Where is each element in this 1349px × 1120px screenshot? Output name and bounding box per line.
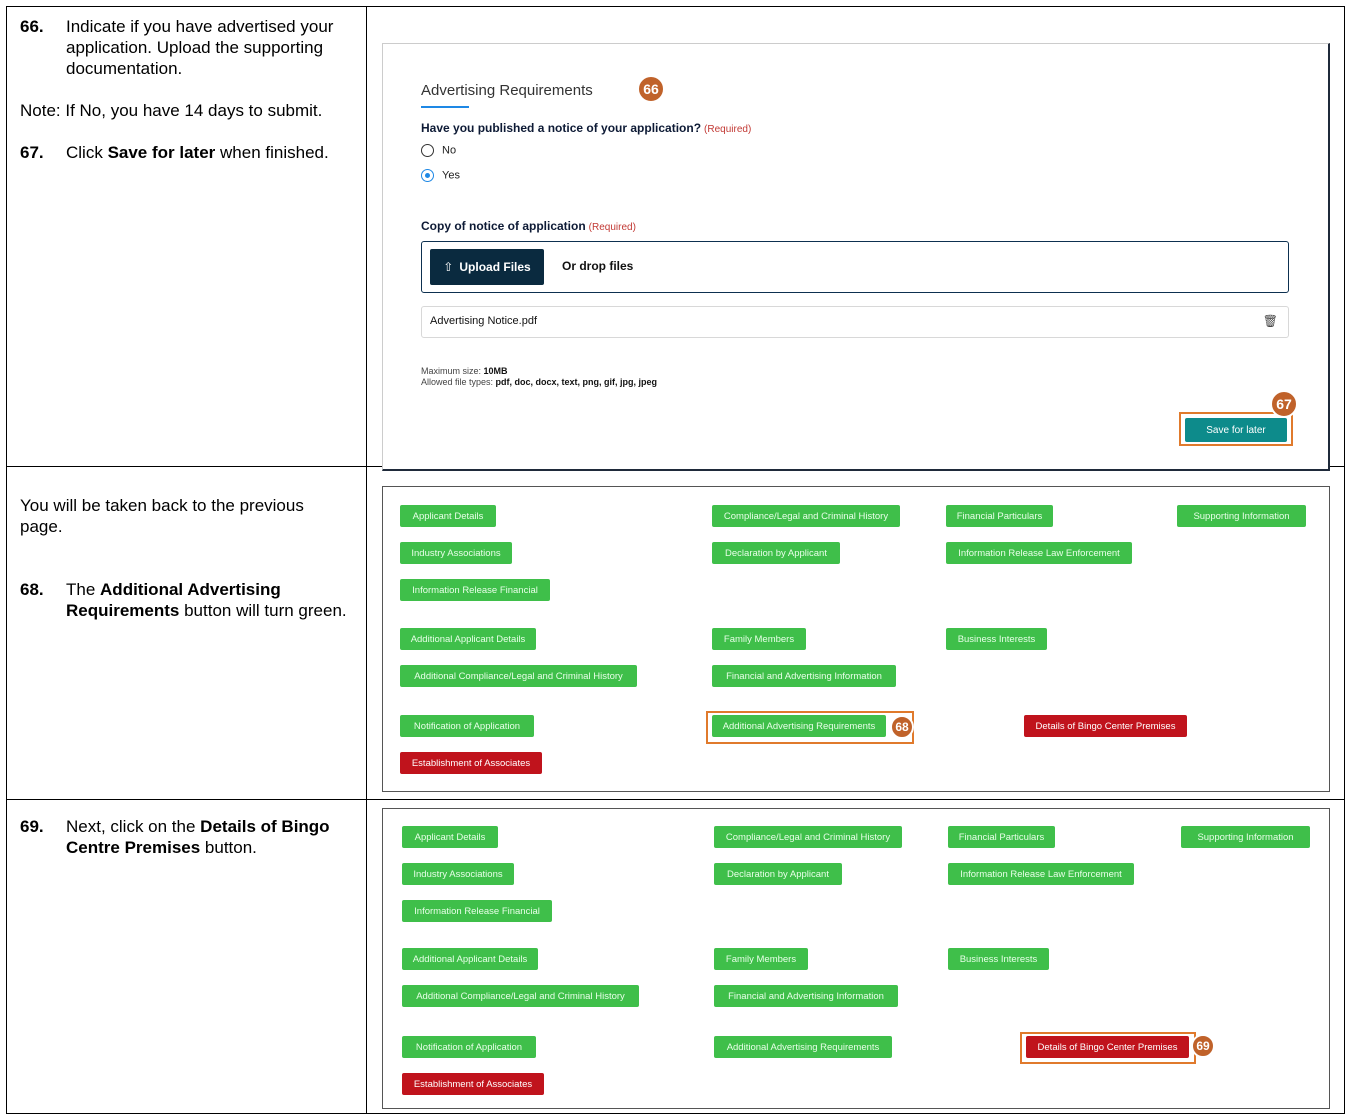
step-badge-68: 68 [890,715,914,739]
bingo-premises-button[interactable]: Details of Bingo Center Premises [1026,1036,1189,1058]
establishment-button[interactable]: Establishment of Associates [400,752,542,774]
application-sections-panel: Applicant Details Compliance/Legal and C… [382,808,1330,1109]
additional-applicant-button[interactable]: Additional Applicant Details [400,628,536,650]
step-text: when finished. [215,143,329,162]
file-types-label: Allowed file types: [421,377,496,387]
instruction-cell-3: 69. Next, click on the Details of Bingo … [20,816,350,858]
required-label: (Required) [588,222,636,233]
family-members-button[interactable]: Family Members [714,948,808,970]
industry-associations-button[interactable]: Industry Associations [400,542,512,564]
info-release-law-button[interactable]: Information Release Law Enforcement [948,863,1134,885]
step-text: The [66,580,101,599]
step-67: 67. Click Save for later when finished. [20,142,350,163]
file-types-value: pdf, doc, docx, text, png, gif, jpg, jpe… [495,377,658,387]
drop-files-text: Or drop files [562,259,634,273]
upload-icon: ⇧ [443,260,454,274]
instruction-cell-1: 66. Indicate if you have advertised your… [20,16,350,163]
business-interests-button[interactable]: Business Interests [946,628,1047,650]
question-label: Have you published a notice of your appl… [421,121,702,135]
applicant-details-button[interactable]: Applicant Details [402,826,498,848]
notification-button[interactable]: Notification of Application [400,715,534,737]
row-divider [6,799,1345,800]
additional-compliance-button[interactable]: Additional Compliance/Legal and Criminal… [402,985,639,1007]
applicant-details-button[interactable]: Applicant Details [400,505,496,527]
info-release-financial-button[interactable]: Information Release Financial [402,900,552,922]
step-number: 67. [20,143,44,162]
financial-advertising-button[interactable]: Financial and Advertising Information [712,665,896,687]
application-sections-panel: Applicant Details Compliance/Legal and C… [382,486,1330,792]
file-dropzone[interactable]: ⇧ Upload Files Or drop files [421,241,1289,293]
step-69: 69. Next, click on the Details of Bingo … [20,816,350,858]
radio-no[interactable]: No [421,144,456,157]
question-label: Copy of notice of application [421,219,586,233]
additional-applicant-button[interactable]: Additional Applicant Details [402,948,538,970]
financial-particulars-button[interactable]: Financial Particulars [946,505,1053,527]
step-text: button. [200,838,257,857]
supporting-information-button[interactable]: Supporting Information [1177,505,1306,527]
compliance-button[interactable]: Compliance/Legal and Criminal History [712,505,900,527]
compliance-button[interactable]: Compliance/Legal and Criminal History [714,826,902,848]
column-divider [366,6,367,1114]
instruction-cell-2: You will be taken back to the previous p… [20,495,350,621]
intro-text: You will be taken back to the previous p… [20,496,304,536]
trash-icon[interactable]: 🗑 [1263,314,1278,328]
declaration-button[interactable]: Declaration by Applicant [714,863,842,885]
max-size-label: Maximum size: [421,366,484,376]
step-number: 69. [20,817,44,836]
industry-associations-button[interactable]: Industry Associations [402,863,514,885]
question-published-notice: Have you published a notice of your appl… [421,121,751,135]
notification-button[interactable]: Notification of Application [402,1036,536,1058]
max-size-value: 10MB [483,366,508,376]
advertising-form-screenshot: Advertising Requirements 66 Have you pub… [382,43,1330,471]
info-release-law-button[interactable]: Information Release Law Enforcement [946,542,1132,564]
step-number: 68. [20,580,44,599]
upload-files-button[interactable]: ⇧ Upload Files [430,249,544,285]
required-label: (Required) [704,124,752,135]
additional-compliance-button[interactable]: Additional Compliance/Legal and Criminal… [400,665,637,687]
step-68: 68. The Additional Advertising Requireme… [20,579,350,621]
note-text: Note: If No, you have 14 days to submit. [20,101,323,120]
establishment-button[interactable]: Establishment of Associates [402,1073,544,1095]
step-66: 66. Indicate if you have advertised your… [20,16,350,79]
uploaded-file-row: Advertising Notice.pdf 🗑 [421,306,1289,338]
family-members-button[interactable]: Family Members [712,628,806,650]
declaration-button[interactable]: Declaration by Applicant [712,542,840,564]
step-text: Click [66,143,108,162]
additional-advertising-button[interactable]: Additional Advertising Requirements [712,715,886,737]
file-name: Advertising Notice.pdf [430,315,537,327]
question-copy-of-notice: Copy of notice of application (Required) [421,219,636,233]
radio-label: Yes [442,169,460,182]
radio-yes[interactable]: Yes [421,169,460,182]
supporting-information-button[interactable]: Supporting Information [1181,826,1310,848]
radio-circle[interactable] [421,144,434,157]
step-badge-69: 69 [1191,1034,1215,1058]
save-for-later-button[interactable]: Save for later [1185,418,1287,442]
tab-underline [421,106,469,108]
radio-circle-selected[interactable] [421,169,434,182]
step-bold-text: Save for later [107,143,216,162]
bingo-premises-button[interactable]: Details of Bingo Center Premises [1024,715,1187,737]
info-release-financial-button[interactable]: Information Release Financial [400,579,550,601]
financial-particulars-button[interactable]: Financial Particulars [948,826,1055,848]
step-badge-66: 66 [637,75,665,103]
additional-advertising-button[interactable]: Additional Advertising Requirements [714,1036,892,1058]
financial-advertising-button[interactable]: Financial and Advertising Information [714,985,898,1007]
radio-label: No [442,144,457,157]
step-text: Indicate if you have advertised your app… [66,17,334,78]
step-text: button will turn green. [179,601,347,620]
step-text: Next, click on the [66,817,201,836]
step-badge-67: 67 [1270,390,1298,418]
file-constraints: Maximum size: 10MB Allowed file types: p… [421,366,657,388]
upload-button-label: Upload Files [459,260,531,274]
tab-advertising-requirements[interactable]: Advertising Requirements [421,82,593,99]
step-number: 66. [20,17,44,36]
business-interests-button[interactable]: Business Interests [948,948,1049,970]
